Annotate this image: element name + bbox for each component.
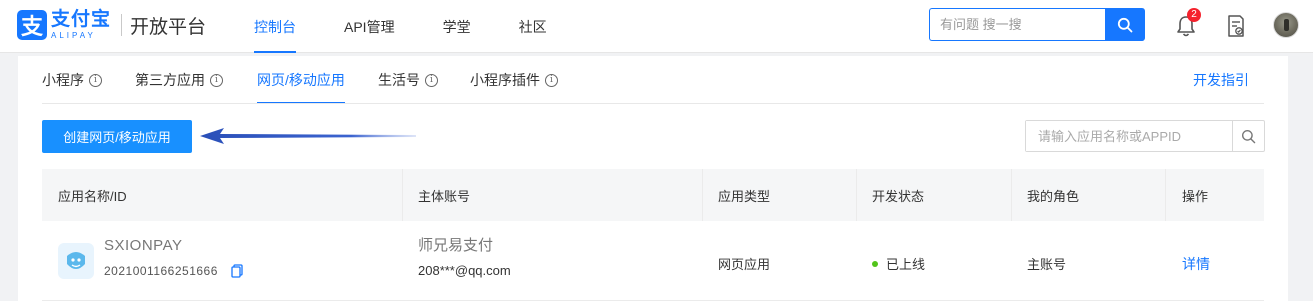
tab-mini-program-plugin[interactable]: 小程序插件 i bbox=[470, 56, 558, 104]
app-logo-icon bbox=[58, 243, 94, 279]
annotation-arrow-icon bbox=[200, 128, 416, 144]
tab-web-mobile-app[interactable]: 网页/移动应用 bbox=[257, 56, 345, 104]
column-divider bbox=[702, 169, 703, 221]
info-icon[interactable]: i bbox=[545, 73, 558, 87]
document-check-icon[interactable] bbox=[1226, 14, 1246, 38]
app-search-button[interactable] bbox=[1232, 121, 1264, 151]
app-mascot-icon bbox=[67, 252, 85, 269]
column-header-actions: 操作 bbox=[1182, 188, 1209, 204]
tab-mini-program[interactable]: 小程序 i bbox=[42, 56, 102, 104]
column-header-app-name: 应用名称/ID bbox=[58, 188, 127, 204]
notification-count-badge: 2 bbox=[1187, 8, 1201, 22]
tab-life-account[interactable]: 生活号 i bbox=[378, 56, 438, 104]
column-divider bbox=[856, 169, 857, 221]
details-link[interactable]: 详情 bbox=[1182, 254, 1210, 274]
info-icon[interactable]: i bbox=[89, 73, 102, 87]
app-type-tabs: 小程序 i 第三方应用 i 网页/移动应用 生活号 i 小程序插件 i 开发指引 bbox=[18, 56, 1288, 104]
tab-label: 生活号 bbox=[378, 72, 420, 88]
my-role: 主账号 bbox=[1027, 257, 1067, 272]
app-search bbox=[1025, 120, 1265, 152]
column-header-my-role: 我的角色 bbox=[1027, 188, 1080, 204]
tab-label: 小程序插件 bbox=[470, 72, 540, 88]
column-divider bbox=[402, 169, 403, 221]
top-navigation-bar: 支 支付宝 ALIPAY 开放平台 控制台 API管理 学堂 社区 2 bbox=[0, 0, 1313, 53]
info-icon[interactable]: i bbox=[210, 73, 223, 87]
nav-community[interactable]: 社区 bbox=[519, 0, 547, 53]
app-type: 网页应用 bbox=[718, 257, 771, 272]
global-search-button[interactable] bbox=[1105, 8, 1145, 41]
column-divider bbox=[1011, 169, 1012, 221]
tab-label: 第三方应用 bbox=[135, 72, 205, 88]
tab-label: 小程序 bbox=[42, 72, 84, 88]
nav-academy[interactable]: 学堂 bbox=[443, 0, 471, 53]
column-divider bbox=[1165, 169, 1166, 221]
column-header-owner-account: 主体账号 bbox=[418, 188, 471, 204]
alipay-logo[interactable]: 支 支付宝 ALIPAY 开放平台 bbox=[17, 10, 206, 40]
alipay-logo-mark: 支 bbox=[17, 10, 47, 40]
app-search-input[interactable] bbox=[1026, 121, 1232, 151]
status-dot-icon bbox=[872, 260, 878, 267]
nav-console[interactable]: 控制台 bbox=[254, 0, 296, 53]
search-icon bbox=[1241, 129, 1256, 143]
logo-chinese-name: 支付宝 bbox=[51, 9, 112, 30]
nav-api-management[interactable]: API管理 bbox=[344, 0, 395, 53]
logo-text: 支付宝 ALIPAY bbox=[51, 10, 111, 40]
column-header-app-type: 应用类型 bbox=[718, 188, 771, 204]
table-row: SXIONPAY 2021001166251666 师兄易支付 208***@q… bbox=[42, 221, 1264, 301]
app-name: SXIONPAY bbox=[104, 237, 183, 254]
main-nav: 控制台 API管理 学堂 社区 bbox=[254, 0, 595, 53]
tab-label: 网页/移动应用 bbox=[257, 72, 345, 88]
table-header: 应用名称/ID 主体账号 应用类型 开发状态 我的角色 操作 bbox=[42, 169, 1264, 221]
tabs-divider bbox=[42, 103, 1264, 104]
global-search-input[interactable] bbox=[929, 8, 1105, 41]
tab-third-party-app[interactable]: 第三方应用 i bbox=[135, 56, 223, 104]
logo-divider bbox=[121, 14, 123, 36]
platform-title: 开放平台 bbox=[130, 16, 207, 38]
user-avatar[interactable] bbox=[1273, 12, 1299, 38]
copy-icon[interactable] bbox=[231, 264, 243, 278]
dev-guide-link[interactable]: 开发指引 bbox=[1193, 56, 1249, 104]
owner-name: 师兄易支付 bbox=[418, 237, 494, 254]
search-icon bbox=[1117, 17, 1133, 32]
global-search bbox=[929, 8, 1145, 41]
logo-english-name: ALIPAY bbox=[51, 31, 96, 40]
info-icon[interactable]: i bbox=[425, 73, 438, 87]
dev-status-label: 已上线 bbox=[886, 257, 926, 272]
owner-account: 208***@qq.com bbox=[418, 263, 511, 278]
create-web-mobile-app-button[interactable]: 创建网页/移动应用 bbox=[42, 120, 192, 153]
main-panel: 小程序 i 第三方应用 i 网页/移动应用 生活号 i 小程序插件 i 开发指引… bbox=[18, 56, 1288, 301]
app-id: 2021001166251666 bbox=[104, 264, 218, 278]
dev-status: 已上线 bbox=[872, 254, 925, 273]
column-header-dev-status: 开发状态 bbox=[872, 188, 925, 204]
